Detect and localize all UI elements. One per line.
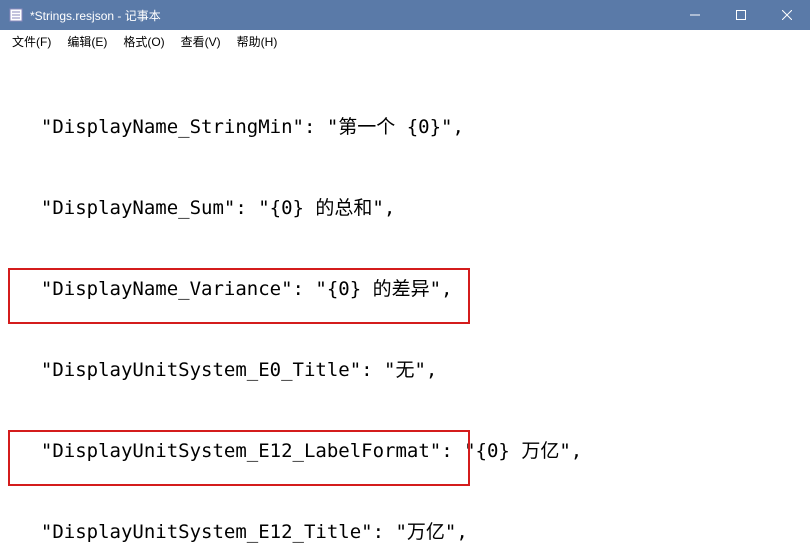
app-window: *Strings.resjson - 记事本 文件(F) 编辑(E) 格式(O)… <box>0 0 810 552</box>
code-line: "DisplayName_Variance": "{0} 的差异", <box>18 276 810 303</box>
maximize-button[interactable] <box>718 0 764 30</box>
titlebar: *Strings.resjson - 记事本 <box>0 0 810 30</box>
menu-format[interactable]: 格式(O) <box>115 31 172 52</box>
code-line: "DisplayUnitSystem_E0_Title": "无", <box>18 357 810 384</box>
code-line: "DisplayUnitSystem_E12_LabelFormat": "{0… <box>18 438 810 465</box>
code-line: "DisplayName_StringMin": "第一个 {0}", <box>18 114 810 141</box>
menu-help[interactable]: 帮助(H) <box>229 31 286 52</box>
code-line: "DisplayName_Sum": "{0} 的总和", <box>18 195 810 222</box>
window-title: *Strings.resjson - 记事本 <box>30 7 672 24</box>
menu-edit[interactable]: 编辑(E) <box>59 31 115 52</box>
window-controls <box>672 0 810 30</box>
menubar: 文件(F) 编辑(E) 格式(O) 查看(V) 帮助(H) <box>0 30 810 52</box>
menu-file[interactable]: 文件(F) <box>4 31 59 52</box>
text-content: "DisplayName_StringMin": "第一个 {0}", "Dis… <box>0 52 810 552</box>
notepad-icon <box>8 7 24 23</box>
code-line: "DisplayUnitSystem_E12_Title": "万亿", <box>18 519 810 546</box>
editor-area[interactable]: "DisplayName_StringMin": "第一个 {0}", "Dis… <box>0 52 810 552</box>
close-button[interactable] <box>764 0 810 30</box>
menu-view[interactable]: 查看(V) <box>173 31 229 52</box>
minimize-button[interactable] <box>672 0 718 30</box>
